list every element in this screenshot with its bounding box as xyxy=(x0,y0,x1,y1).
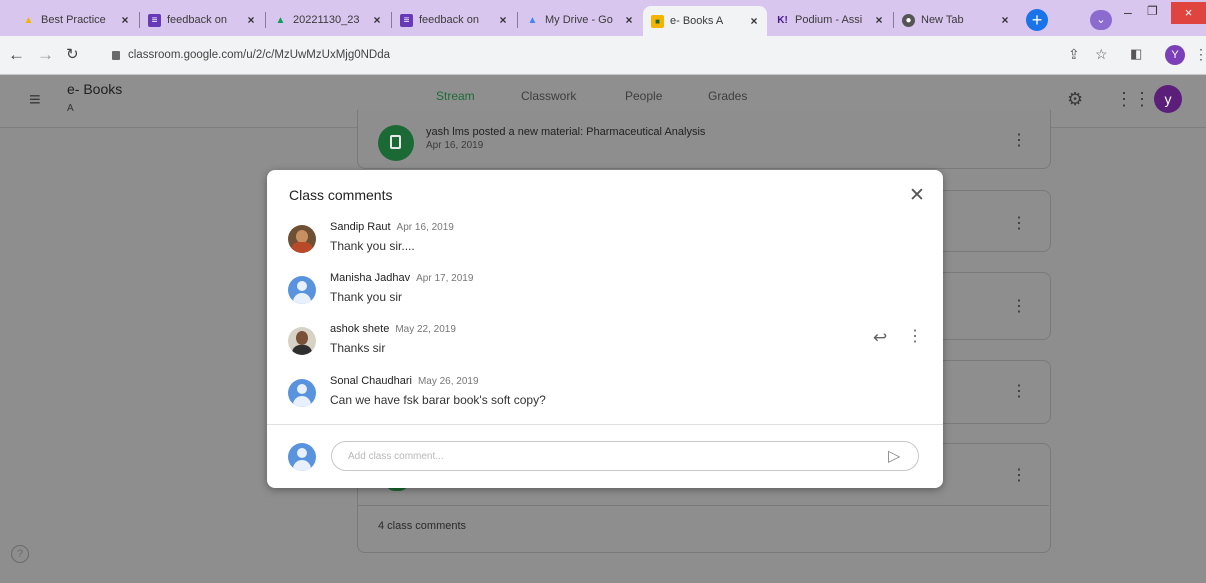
kahoot-icon: K! xyxy=(777,14,788,26)
comment-author: Sonal Chaudhari xyxy=(330,375,412,387)
comment-header: Manisha Jadhav Apr 17, 2019 xyxy=(330,272,473,284)
post-options-icon[interactable]: ⋮ xyxy=(1011,381,1027,401)
browser-tab-strip: ▲ Best Practice × ≡ feedback on × ▲ 2022… xyxy=(0,0,1206,36)
dialog-divider xyxy=(267,424,943,425)
google-forms-icon: ≡ xyxy=(148,13,161,27)
comment-date: Apr 16, 2019 xyxy=(396,222,454,233)
address-bar[interactable]: classroom.google.com/u/2/c/MzUwMzUxMjg0N… xyxy=(112,45,390,65)
class-name[interactable]: e- Books xyxy=(67,81,122,97)
close-tab-icon[interactable]: × xyxy=(370,13,384,27)
comment-item: Manisha Jadhav Apr 17, 2019 Thank you sir xyxy=(288,272,928,316)
comment-author: Sandip Raut xyxy=(330,221,391,233)
tab-stream[interactable]: Stream xyxy=(436,89,475,103)
side-panel-icon[interactable]: ◧ xyxy=(1130,46,1142,62)
close-icon[interactable]: ✕ xyxy=(909,184,925,207)
google-drive-icon: ▲ xyxy=(275,14,286,26)
comment-text: Thank you sir.... xyxy=(330,239,415,253)
default-avatar-icon xyxy=(288,276,316,304)
forward-icon[interactable]: → xyxy=(37,45,54,65)
url-text: classroom.google.com/u/2/c/MzUwMzUxMjg0N… xyxy=(128,49,391,61)
send-icon[interactable]: ▷ xyxy=(888,446,900,466)
lock-icon xyxy=(112,50,120,60)
maximize-icon[interactable]: ❐ xyxy=(1147,4,1158,18)
close-tab-icon[interactable]: × xyxy=(622,13,636,27)
comment-header: Sonal Chaudhari May 26, 2019 xyxy=(330,375,479,387)
help-icon[interactable]: ? xyxy=(11,545,29,563)
browser-tab[interactable]: ▲ Best Practice × xyxy=(14,7,138,33)
comment-date: May 22, 2019 xyxy=(395,324,456,335)
user-avatar[interactable]: y xyxy=(1154,85,1182,113)
minimize-icon[interactable]: – xyxy=(1124,4,1132,20)
class-comments-link[interactable]: 4 class comments xyxy=(378,520,466,532)
google-drive-icon: ▲ xyxy=(23,14,34,26)
class-comments-dialog: Class comments ✕ Sandip Raut Apr 16, 2019… xyxy=(267,170,943,488)
comment-date: May 26, 2019 xyxy=(417,376,479,387)
chrome-icon: ● xyxy=(902,13,915,27)
close-tab-icon[interactable]: × xyxy=(998,13,1012,27)
comment-input-container: ▷ xyxy=(331,441,919,471)
comment-options-icon[interactable]: ⋮ xyxy=(907,326,923,346)
reply-icon[interactable]: ↩ xyxy=(873,328,887,348)
post-title: yash lms posted a new material: Pharmace… xyxy=(426,126,706,138)
post-options-icon[interactable]: ⋮ xyxy=(1011,296,1027,316)
share-icon[interactable]: ⇪ xyxy=(1068,46,1080,63)
comment-header: Sandip Raut Apr 16, 2019 xyxy=(330,221,454,233)
comment-item: Sonal Chaudhari May 26, 2019 Can we have … xyxy=(288,375,928,419)
comment-header: ashok shete May 22, 2019 xyxy=(330,323,456,335)
hamburger-menu-icon[interactable]: ≡ xyxy=(29,89,41,112)
close-tab-icon[interactable]: × xyxy=(747,14,761,28)
default-avatar-icon xyxy=(288,379,316,407)
comment-item: Sandip Raut Apr 16, 2019 Thank you sir...… xyxy=(288,221,928,265)
comment-date: Apr 17, 2019 xyxy=(416,273,474,284)
tab-classwork[interactable]: Classwork xyxy=(521,89,576,103)
comment-author: ashok shete xyxy=(330,323,390,335)
browser-tab[interactable]: ▲ 20221130_23 × xyxy=(266,7,390,33)
tab-search-icon[interactable]: ⌄ xyxy=(1090,10,1112,30)
dialog-title: Class comments xyxy=(289,187,393,203)
bookmark-star-icon[interactable]: ☆ xyxy=(1095,46,1108,63)
commenter-avatar xyxy=(288,225,316,253)
tab-grades[interactable]: Grades xyxy=(708,89,747,103)
comment-author: Manisha Jadhav xyxy=(330,272,411,284)
browser-tab[interactable]: ▲ My Drive - Go × xyxy=(518,7,642,33)
comment-text: Thanks sir xyxy=(330,341,386,355)
browser-tab[interactable]: ● New Tab × xyxy=(894,7,1018,33)
close-tab-icon[interactable]: × xyxy=(496,13,510,27)
google-classroom-icon: ■ xyxy=(651,14,664,28)
current-user-avatar xyxy=(288,443,316,471)
reload-icon[interactable]: ↻ xyxy=(66,45,79,63)
window-close-icon[interactable]: × xyxy=(1171,2,1206,24)
browser-tab[interactable]: ≡ feedback on × xyxy=(392,7,516,33)
browser-profile-avatar[interactable]: Y xyxy=(1165,45,1185,65)
browser-tab[interactable]: ≡ feedback on × xyxy=(140,7,264,33)
browser-menu-icon[interactable]: ⋮ xyxy=(1194,46,1206,63)
close-tab-icon[interactable]: × xyxy=(872,13,886,27)
comment-text: Thank you sir xyxy=(330,290,403,304)
default-avatar-icon xyxy=(288,443,316,471)
browser-toolbar: ← → ↻ classroom.google.com/u/2/c/MzUwMzU… xyxy=(0,36,1206,75)
comment-text: Can we have fsk barar book's soft copy? xyxy=(330,393,546,407)
commenter-avatar xyxy=(288,327,316,355)
settings-gear-icon[interactable]: ⚙ xyxy=(1067,89,1083,110)
post-date: Apr 16, 2019 xyxy=(426,140,484,151)
class-section: A xyxy=(67,103,74,114)
google-forms-icon: ≡ xyxy=(400,13,413,27)
post-options-icon[interactable]: ⋮ xyxy=(1011,465,1027,485)
browser-tab[interactable]: K! Podium - Assi × xyxy=(768,7,892,33)
back-icon[interactable]: ← xyxy=(8,45,25,65)
tab-people[interactable]: People xyxy=(625,89,662,103)
browser-tab-active[interactable]: ■ e- Books A × xyxy=(643,6,767,36)
close-tab-icon[interactable]: × xyxy=(244,13,258,27)
new-tab-button[interactable]: + xyxy=(1026,9,1048,31)
google-drive-icon: ▲ xyxy=(527,14,538,26)
add-comment-input[interactable] xyxy=(346,450,870,463)
material-post-icon xyxy=(378,125,414,161)
close-tab-icon[interactable]: × xyxy=(118,13,132,27)
comment-item: ashok shete May 22, 2019 Thanks sir xyxy=(288,323,928,367)
card-divider xyxy=(357,505,1049,506)
post-options-icon[interactable]: ⋮ xyxy=(1011,130,1027,150)
post-options-icon[interactable]: ⋮ xyxy=(1011,213,1027,233)
